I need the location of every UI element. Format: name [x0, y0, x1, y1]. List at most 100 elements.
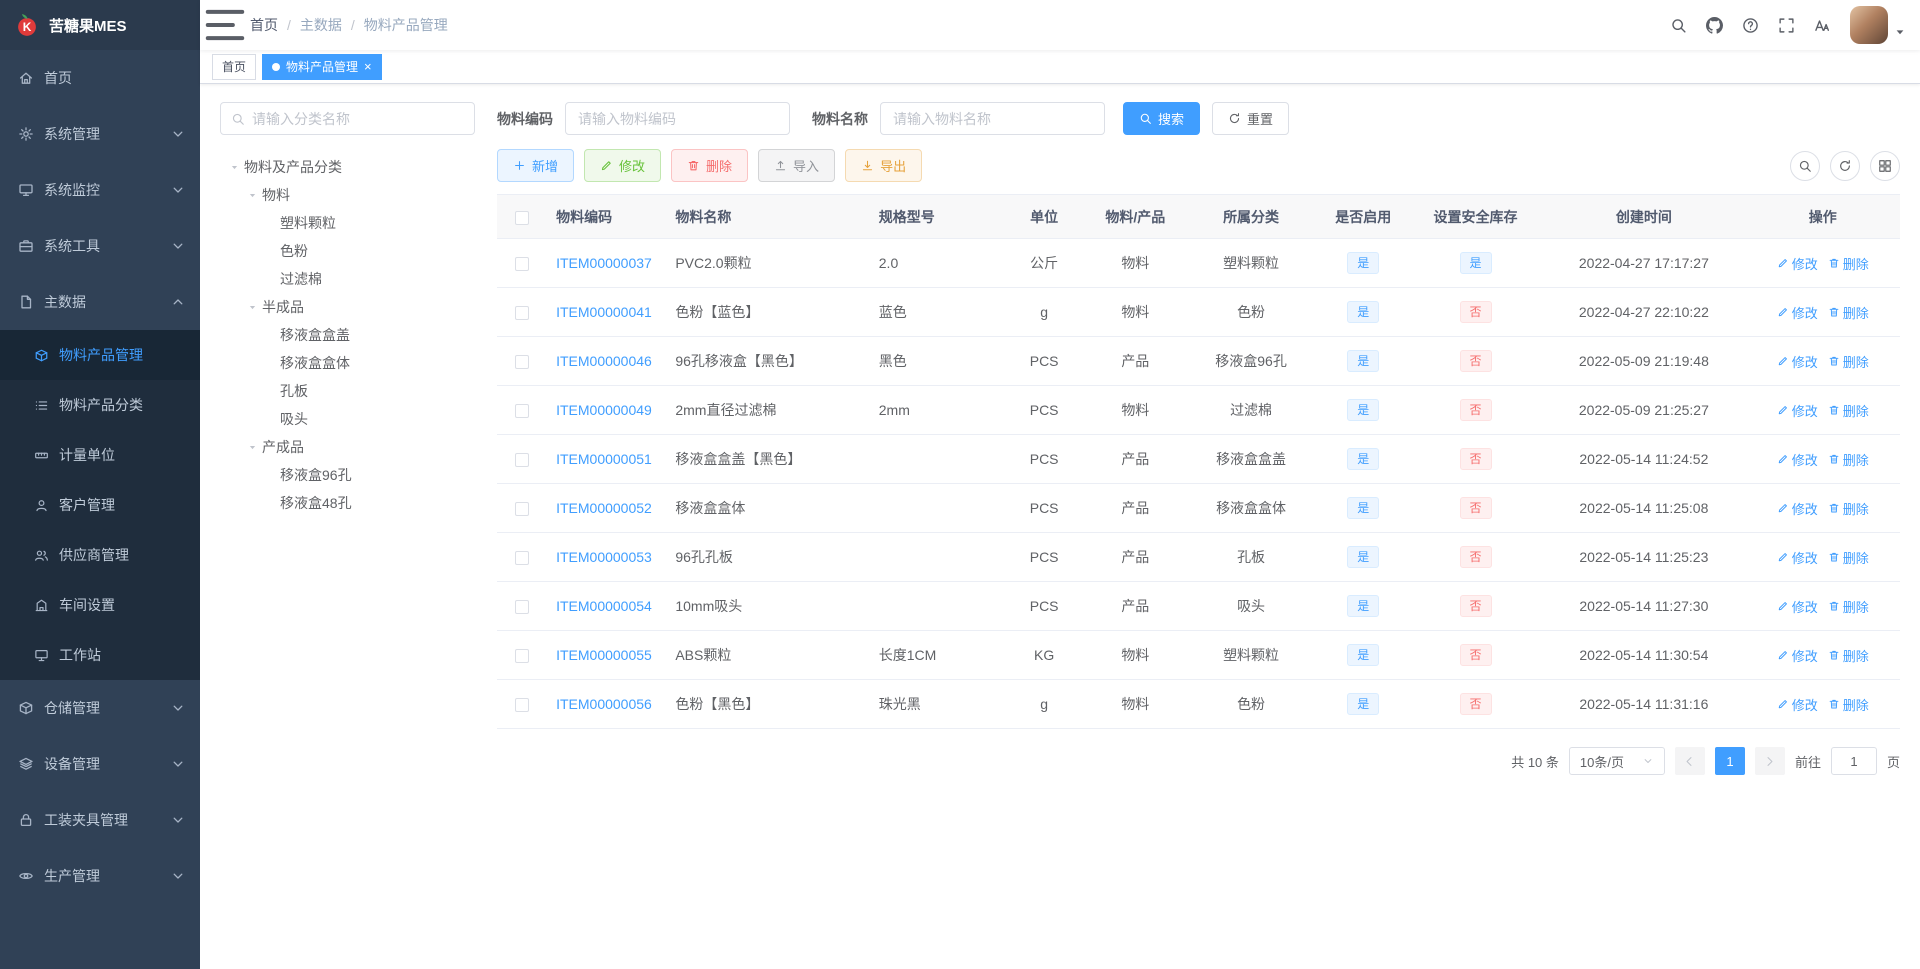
- navbar-github-button[interactable]: [1696, 0, 1732, 50]
- search-button[interactable]: 搜索: [1123, 102, 1201, 135]
- material-code-link[interactable]: ITEM00000053: [556, 549, 652, 565]
- tree-node[interactable]: 物料及产品分类: [220, 153, 475, 181]
- tree-node[interactable]: 色粉: [220, 237, 475, 265]
- sidebar-item-equipment-management[interactable]: 设备管理: [0, 736, 200, 792]
- tree-node[interactable]: 过滤棉: [220, 265, 475, 293]
- hamburger-icon[interactable]: [200, 0, 250, 50]
- navbar-question-button[interactable]: [1732, 0, 1768, 50]
- toolbar-grid-button[interactable]: [1870, 150, 1900, 181]
- caret-down-icon[interactable]: [224, 162, 244, 173]
- row-checkbox[interactable]: [514, 698, 529, 713]
- user-avatar[interactable]: [1850, 6, 1888, 44]
- sidebar-item-material-product-management[interactable]: 物料产品管理: [0, 330, 200, 380]
- row-edit-button[interactable]: 修改: [1777, 254, 1818, 273]
- row-edit-button[interactable]: 修改: [1777, 450, 1818, 469]
- row-delete-button[interactable]: 删除: [1828, 352, 1869, 371]
- caret-down-icon[interactable]: [242, 302, 262, 313]
- sidebar-item-fixture-management[interactable]: 工装夹具管理: [0, 792, 200, 848]
- tree-node[interactable]: 吸头: [220, 405, 475, 433]
- row-delete-button[interactable]: 删除: [1828, 499, 1869, 518]
- delete-button[interactable]: 删除: [671, 149, 749, 182]
- caret-down-icon[interactable]: [242, 190, 262, 201]
- material-code-link[interactable]: ITEM00000055: [556, 647, 652, 663]
- tree-node[interactable]: 移液盒48孔: [220, 489, 475, 517]
- navbar-fullscreen-button[interactable]: [1768, 0, 1804, 50]
- navbar-font-size-button[interactable]: [1804, 0, 1840, 50]
- tree-node[interactable]: 孔板: [220, 377, 475, 405]
- material-code-link[interactable]: ITEM00000054: [556, 598, 652, 614]
- row-delete-button[interactable]: 删除: [1828, 646, 1869, 665]
- tree-node[interactable]: 产成品: [220, 433, 475, 461]
- sidebar-item-supplier-management[interactable]: 供应商管理: [0, 530, 200, 580]
- tree-node[interactable]: 移液盒盒体: [220, 349, 475, 377]
- row-edit-button[interactable]: 修改: [1777, 548, 1818, 567]
- sidebar-item-system-monitor[interactable]: 系统监控: [0, 162, 200, 218]
- material-code-link[interactable]: ITEM00000046: [556, 353, 652, 369]
- edit-button[interactable]: 修改: [584, 149, 662, 182]
- sidebar-item-production-management[interactable]: 生产管理: [0, 848, 200, 904]
- material-code-link[interactable]: ITEM00000037: [556, 255, 652, 271]
- row-delete-button[interactable]: 删除: [1828, 401, 1869, 420]
- close-tab-icon[interactable]: ×: [364, 60, 372, 73]
- tree-node[interactable]: 塑料颗粒: [220, 209, 475, 237]
- export-button[interactable]: 导出: [845, 149, 923, 182]
- next-page-button[interactable]: [1754, 747, 1785, 775]
- row-edit-button[interactable]: 修改: [1777, 695, 1818, 714]
- row-checkbox[interactable]: [514, 355, 529, 370]
- page-1-button[interactable]: 1: [1714, 747, 1745, 775]
- sidebar-item-material-product-category[interactable]: 物料产品分类: [0, 380, 200, 430]
- row-edit-button[interactable]: 修改: [1777, 597, 1818, 616]
- row-checkbox[interactable]: [514, 257, 529, 272]
- row-checkbox[interactable]: [514, 551, 529, 566]
- sidebar-item-home[interactable]: 首页: [0, 50, 200, 106]
- sidebar-item-system-tools[interactable]: 系统工具: [0, 218, 200, 274]
- row-delete-button[interactable]: 删除: [1828, 548, 1869, 567]
- material-code-link[interactable]: ITEM00000052: [556, 500, 652, 516]
- tree-node[interactable]: 移液盒96孔: [220, 461, 475, 489]
- add-button[interactable]: 新增: [497, 149, 575, 182]
- row-edit-button[interactable]: 修改: [1777, 352, 1818, 371]
- goto-page-input[interactable]: [1830, 747, 1877, 775]
- sidebar-item-master-data[interactable]: 主数据: [0, 274, 200, 330]
- material-code-link[interactable]: ITEM00000056: [556, 696, 652, 712]
- row-delete-button[interactable]: 删除: [1828, 597, 1869, 616]
- import-button[interactable]: 导入: [758, 149, 836, 182]
- tree-node[interactable]: 半成品: [220, 293, 475, 321]
- row-checkbox[interactable]: [514, 306, 529, 321]
- row-edit-button[interactable]: 修改: [1777, 499, 1818, 518]
- material-code-link[interactable]: ITEM00000041: [556, 304, 652, 320]
- sidebar-item-system-management[interactable]: 系统管理: [0, 106, 200, 162]
- material-code-link[interactable]: ITEM00000049: [556, 402, 652, 418]
- page-size-select[interactable]: 10条/页: [1568, 747, 1665, 775]
- breadcrumb-item[interactable]: 首页: [250, 15, 278, 35]
- tree-node[interactable]: 移液盒盒盖: [220, 321, 475, 349]
- sidebar-item-workshop-settings[interactable]: 车间设置: [0, 580, 200, 630]
- name-filter-input[interactable]: [880, 102, 1105, 135]
- row-edit-button[interactable]: 修改: [1777, 303, 1818, 322]
- caret-down-icon[interactable]: [1894, 26, 1906, 38]
- tree-node[interactable]: 物料: [220, 181, 475, 209]
- row-checkbox[interactable]: [514, 600, 529, 615]
- select-all-checkbox[interactable]: [514, 210, 529, 225]
- row-delete-button[interactable]: 删除: [1828, 303, 1869, 322]
- row-edit-button[interactable]: 修改: [1777, 646, 1818, 665]
- reset-button[interactable]: 重置: [1212, 102, 1290, 135]
- row-delete-button[interactable]: 删除: [1828, 254, 1869, 273]
- caret-down-icon[interactable]: [242, 442, 262, 453]
- row-checkbox[interactable]: [514, 404, 529, 419]
- row-edit-button[interactable]: 修改: [1777, 401, 1818, 420]
- row-delete-button[interactable]: 删除: [1828, 695, 1869, 714]
- row-checkbox[interactable]: [514, 502, 529, 517]
- row-checkbox[interactable]: [514, 649, 529, 664]
- view-tab-material-product[interactable]: 物料产品管理 ×: [262, 53, 382, 80]
- category-search-input[interactable]: [252, 110, 464, 127]
- toolbar-search-button[interactable]: [1790, 150, 1820, 181]
- sidebar-item-customer-management[interactable]: 客户管理: [0, 480, 200, 530]
- row-delete-button[interactable]: 删除: [1828, 450, 1869, 469]
- material-code-link[interactable]: ITEM00000051: [556, 451, 652, 467]
- view-tab-home[interactable]: 首页: [212, 53, 257, 80]
- sidebar-item-warehouse-management[interactable]: 仓储管理: [0, 680, 200, 736]
- sidebar-item-measure-unit[interactable]: 计量单位: [0, 430, 200, 480]
- toolbar-refresh-button[interactable]: [1830, 150, 1860, 181]
- row-checkbox[interactable]: [514, 453, 529, 468]
